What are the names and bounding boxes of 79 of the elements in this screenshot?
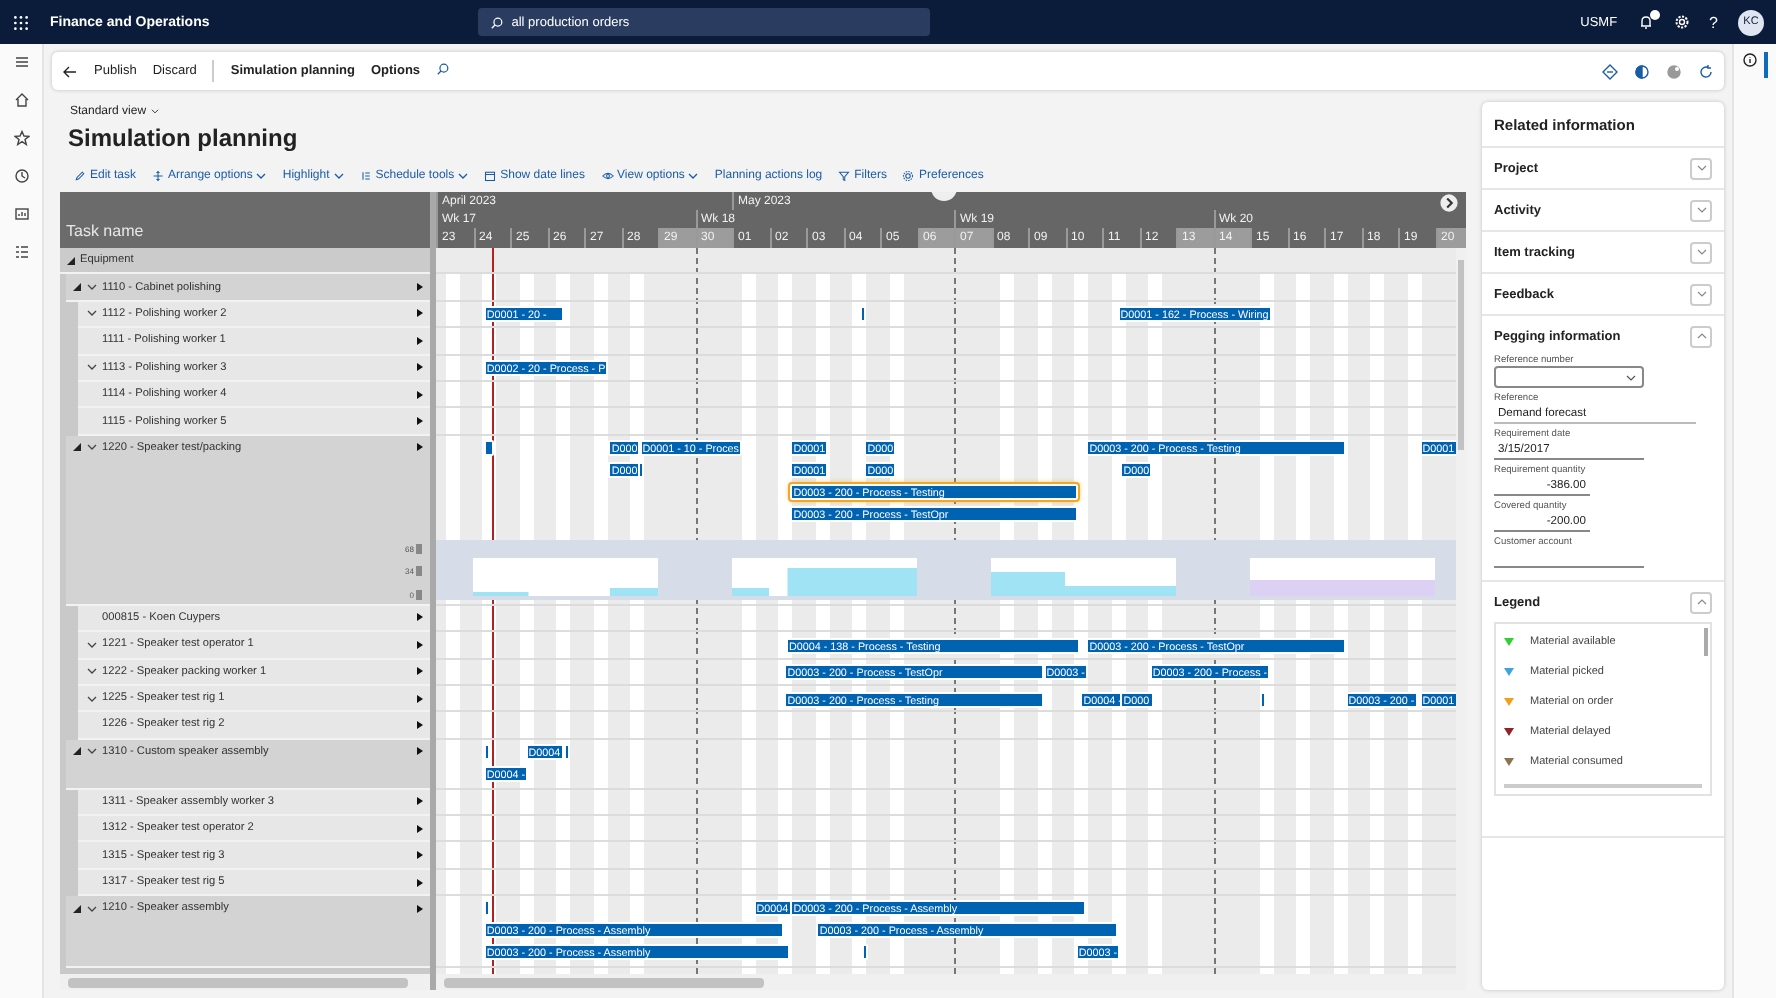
chevron-down-icon <box>1695 164 1707 172</box>
task-bar[interactable] <box>1260 691 1267 708</box>
chevron-down-icon[interactable] <box>86 746 98 757</box>
chevron-down-icon[interactable] <box>86 308 98 319</box>
right-arrow-icon[interactable] <box>416 282 424 293</box>
right-arrow-icon[interactable] <box>416 416 424 427</box>
filter-icon <box>838 170 851 182</box>
chevron-down-icon[interactable] <box>86 282 98 293</box>
right-arrow-icon[interactable] <box>416 823 424 834</box>
home-icon[interactable] <box>13 92 29 108</box>
chevron-down-icon[interactable] <box>86 442 98 453</box>
right-arrow-icon[interactable] <box>416 389 424 400</box>
expand-triangle-icon[interactable] <box>72 903 82 914</box>
right-arrow-icon[interactable] <box>416 308 424 319</box>
settings-icon <box>902 170 915 182</box>
pencil-icon <box>74 170 86 182</box>
right-arrow-icon[interactable] <box>416 612 424 623</box>
app-launcher-icon[interactable] <box>12 13 30 31</box>
settings-icon[interactable] <box>1673 14 1690 30</box>
list-icon <box>359 170 372 182</box>
expand-triangle-icon[interactable] <box>72 282 82 293</box>
page-title: Simulation planning <box>68 124 298 152</box>
eye-icon <box>601 170 613 182</box>
chevron-up-icon <box>1695 332 1707 340</box>
task-bar[interactable] <box>483 743 490 760</box>
expand-triangle-icon[interactable] <box>66 255 76 266</box>
star-icon[interactable] <box>13 130 29 146</box>
expand-triangle-icon[interactable] <box>72 442 82 453</box>
next-arrow-icon[interactable] <box>1440 194 1458 212</box>
chevron-down-icon <box>1695 206 1707 214</box>
right-arrow-icon[interactable] <box>416 666 424 677</box>
chevron-down-icon <box>1695 248 1707 256</box>
diamond-icon[interactable] <box>1602 63 1618 79</box>
chevron-down-icon[interactable] <box>150 106 161 116</box>
task-bar[interactable] <box>638 461 644 478</box>
notification-badge <box>1649 10 1660 20</box>
right-arrow-icon[interactable] <box>416 639 424 650</box>
right-arrow-icon[interactable] <box>416 796 424 807</box>
task-bar[interactable] <box>483 900 490 917</box>
right-arrow-icon[interactable] <box>416 719 424 730</box>
search-icon <box>489 15 504 29</box>
chevron-down-icon[interactable] <box>86 693 98 704</box>
chevron-up-icon <box>1695 598 1707 606</box>
info-icon[interactable] <box>1742 52 1758 68</box>
dropdown-field[interactable] <box>1494 366 1644 388</box>
right-arrow-icon[interactable] <box>416 746 424 757</box>
right-arrow-icon[interactable] <box>416 335 424 346</box>
menu-icon[interactable] <box>13 54 29 70</box>
dot-circle-icon[interactable] <box>1666 63 1682 79</box>
right-arrow-icon[interactable] <box>416 850 424 861</box>
right-arrow-icon[interactable] <box>416 877 424 888</box>
arrows-icon <box>152 170 165 182</box>
half-circle-icon[interactable] <box>1634 63 1650 79</box>
chevron-down-icon <box>1626 373 1636 381</box>
calendar-icon <box>484 170 497 182</box>
refresh-icon[interactable] <box>1698 63 1714 79</box>
chevron-down-icon[interactable] <box>86 666 98 677</box>
back-arrow-icon[interactable] <box>62 63 78 79</box>
clock-icon[interactable] <box>13 168 29 184</box>
right-arrow-icon[interactable] <box>416 693 424 704</box>
help-button[interactable]: ? <box>1709 13 1718 31</box>
chevron-down-icon[interactable] <box>86 639 98 650</box>
task-bar[interactable] <box>860 306 866 323</box>
bell-icon[interactable] <box>1637 14 1654 30</box>
right-arrow-icon[interactable] <box>416 903 424 914</box>
right-arrow-icon[interactable] <box>416 442 424 453</box>
chevron-down-icon[interactable] <box>86 362 98 373</box>
search-icon[interactable] <box>436 62 451 76</box>
list-icon[interactable] <box>13 244 29 260</box>
task-bar[interactable] <box>483 439 495 456</box>
column-header: Task name <box>66 222 144 240</box>
right-arrow-icon[interactable] <box>416 362 424 373</box>
chevron-down-icon <box>1695 290 1707 298</box>
horizontal-scrollbar[interactable] <box>60 974 430 990</box>
task-bar[interactable] <box>564 743 570 760</box>
task-bar[interactable] <box>861 944 868 961</box>
dashboard-icon[interactable] <box>13 206 29 222</box>
expand-triangle-icon[interactable] <box>72 746 82 757</box>
chevron-down-icon[interactable] <box>86 903 98 914</box>
